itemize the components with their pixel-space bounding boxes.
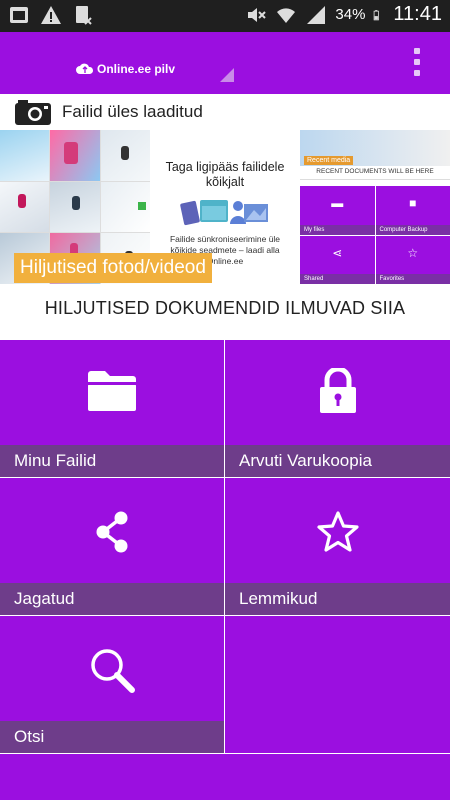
- photo-thumbnail: [50, 130, 100, 181]
- preview-recent-media: Recent media: [304, 156, 354, 165]
- camera-icon: [15, 100, 51, 125]
- photo-thumbnail: [0, 130, 50, 181]
- preview-grid: ▬ My files ■ Computer Backup ⋖ Shared ☆ Favo…: [300, 186, 450, 284]
- cloud-icon: [76, 63, 94, 74]
- preview-cell: ☆ Favorites: [375, 235, 450, 284]
- lock-icon: ■: [409, 196, 417, 210]
- tile-computer-backup[interactable]: Arvuti Varukoopia: [225, 340, 450, 477]
- app-bar: Online.ee pilv: [0, 32, 450, 94]
- tile-shared[interactable]: Jagatud: [0, 478, 224, 615]
- tile-label: Otsi: [14, 727, 45, 746]
- recent-photos-badge[interactable]: Hiljutised fotod/videod: [14, 253, 212, 283]
- folder-icon: ▬: [331, 196, 344, 210]
- tile-favorites[interactable]: Lemmikud: [225, 478, 450, 615]
- status-bar: 34% 11:41: [0, 0, 450, 32]
- preview-cell: ⋖ Shared: [300, 235, 375, 284]
- lock-icon: [319, 368, 356, 413]
- app-preview: Recent media RECENT DOCUMENTS WILL BE HE…: [300, 130, 450, 284]
- wifi-icon: [277, 7, 296, 23]
- battery-icon: [374, 9, 380, 20]
- preview-cell: ■ Computer Backup: [375, 186, 450, 235]
- signal-icon: [307, 5, 326, 24]
- dropdown-corner-icon[interactable]: [220, 68, 234, 82]
- tile-label: Minu Failid: [14, 451, 97, 470]
- tile-label: Lemmikud: [239, 589, 318, 608]
- photo-thumbnail: [0, 181, 50, 233]
- mute-icon: [248, 7, 267, 22]
- upload-status-row[interactable]: Failid üles laaditud: [0, 94, 450, 130]
- tile-label: Jagatud: [14, 589, 75, 608]
- share-icon: [96, 511, 128, 553]
- battery-percentage: 34%: [335, 6, 366, 23]
- search-icon: [91, 649, 135, 693]
- sim-icon: [76, 6, 92, 25]
- promo-title: Taga ligipääs failidele kõikjalt: [165, 160, 285, 189]
- star-icon: ☆: [407, 245, 419, 260]
- tile-my-files[interactable]: Minu Failid: [0, 340, 224, 477]
- main-tiles: Minu Failid Arvuti Varukoopia Jagatud Le…: [0, 340, 450, 754]
- photo-thumbnail: [50, 181, 100, 233]
- notification-icon: [10, 7, 28, 23]
- photo-thumbnail: [100, 130, 150, 181]
- share-icon: ⋖: [332, 245, 343, 260]
- clock: 11:41: [393, 3, 442, 25]
- recent-documents-heading: HILJUTISED DOKUMENDID ILMUVAD SIIA: [44, 298, 406, 318]
- preview-recent-documents: RECENT DOCUMENTS WILL BE HERE: [300, 168, 450, 180]
- brand-logo[interactable]: Online.ee pilv: [76, 62, 175, 76]
- tile-label: Arvuti Varukoopia: [239, 451, 372, 470]
- upload-label: Failid üles laaditud: [62, 102, 203, 121]
- bottom-bar: [0, 754, 450, 800]
- warning-icon: [41, 6, 61, 24]
- overflow-menu-icon[interactable]: [412, 48, 422, 76]
- star-icon: [316, 511, 359, 552]
- preview-cell: ▬ My files: [300, 186, 375, 235]
- brand-name: Online.ee pilv: [97, 62, 176, 76]
- tile-empty: [225, 616, 450, 753]
- tile-search[interactable]: Otsi: [0, 616, 224, 753]
- photo-thumbnail: [100, 181, 150, 233]
- devices-illustration: [180, 200, 268, 226]
- folder-icon: [88, 371, 136, 411]
